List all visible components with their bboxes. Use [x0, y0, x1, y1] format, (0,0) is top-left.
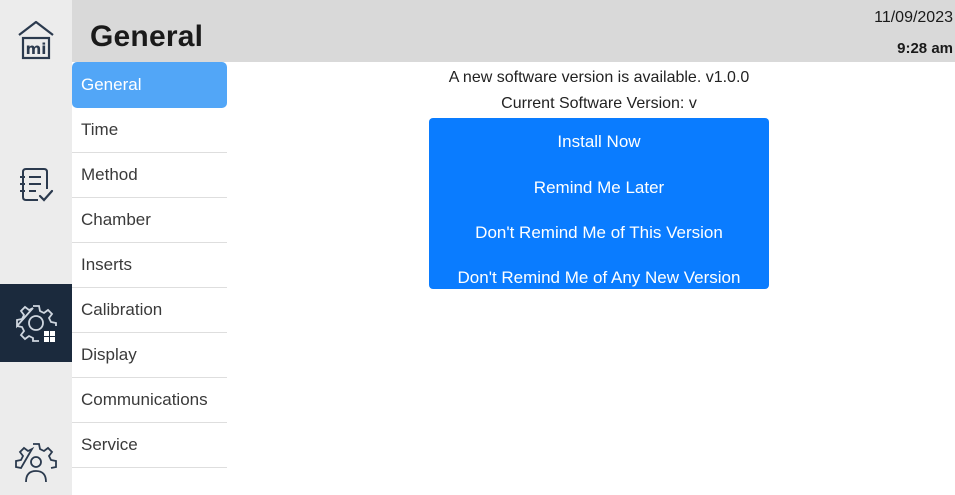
menu-item-chamber[interactable]: Chamber — [72, 198, 227, 243]
menu-item-communications[interactable]: Communications — [72, 378, 227, 423]
menu-item-display[interactable]: Display — [72, 333, 227, 378]
menu-item-inserts[interactable]: Inserts — [72, 243, 227, 288]
page-title: General — [90, 20, 204, 53]
gear-person-icon — [15, 442, 57, 482]
methods-button[interactable] — [0, 148, 72, 218]
menu-item-time[interactable]: Time — [72, 108, 227, 153]
left-rail: mi — [0, 0, 72, 495]
settings-button[interactable] — [0, 284, 72, 362]
menu-item-general[interactable]: General — [72, 62, 227, 108]
svg-text:mi: mi — [26, 40, 47, 58]
time-display: 9:28 am — [897, 40, 953, 57]
home-mi-icon: mi — [18, 20, 54, 60]
remind-later-button[interactable]: Remind Me Later — [429, 165, 769, 210]
update-actions: Install Now Remind Me Later Don't Remind… — [429, 118, 769, 289]
install-now-button[interactable]: Install Now — [429, 118, 769, 165]
home-button[interactable]: mi — [0, 8, 72, 72]
menu-item-method[interactable]: Method — [72, 153, 227, 198]
skip-this-version-button[interactable]: Don't Remind Me of This Version — [429, 210, 769, 255]
update-available-message: A new software version is available. v1.… — [448, 69, 750, 86]
service-button[interactable] — [0, 430, 72, 495]
gear-grid-icon — [16, 305, 57, 342]
clipboard-check-icon — [20, 168, 54, 202]
menu-item-calibration[interactable]: Calibration — [72, 288, 227, 333]
header-bar: General 11/09/2023 9:28 am — [72, 0, 955, 62]
settings-menu: General Time Method Chamber Inserts Cali… — [72, 62, 227, 468]
current-version-text: Current Software Version: v — [501, 95, 697, 112]
never-remind-button[interactable]: Don't Remind Me of Any New Version — [429, 255, 769, 300]
date-display: 11/09/2023 — [874, 9, 953, 26]
menu-item-service[interactable]: Service — [72, 423, 227, 468]
